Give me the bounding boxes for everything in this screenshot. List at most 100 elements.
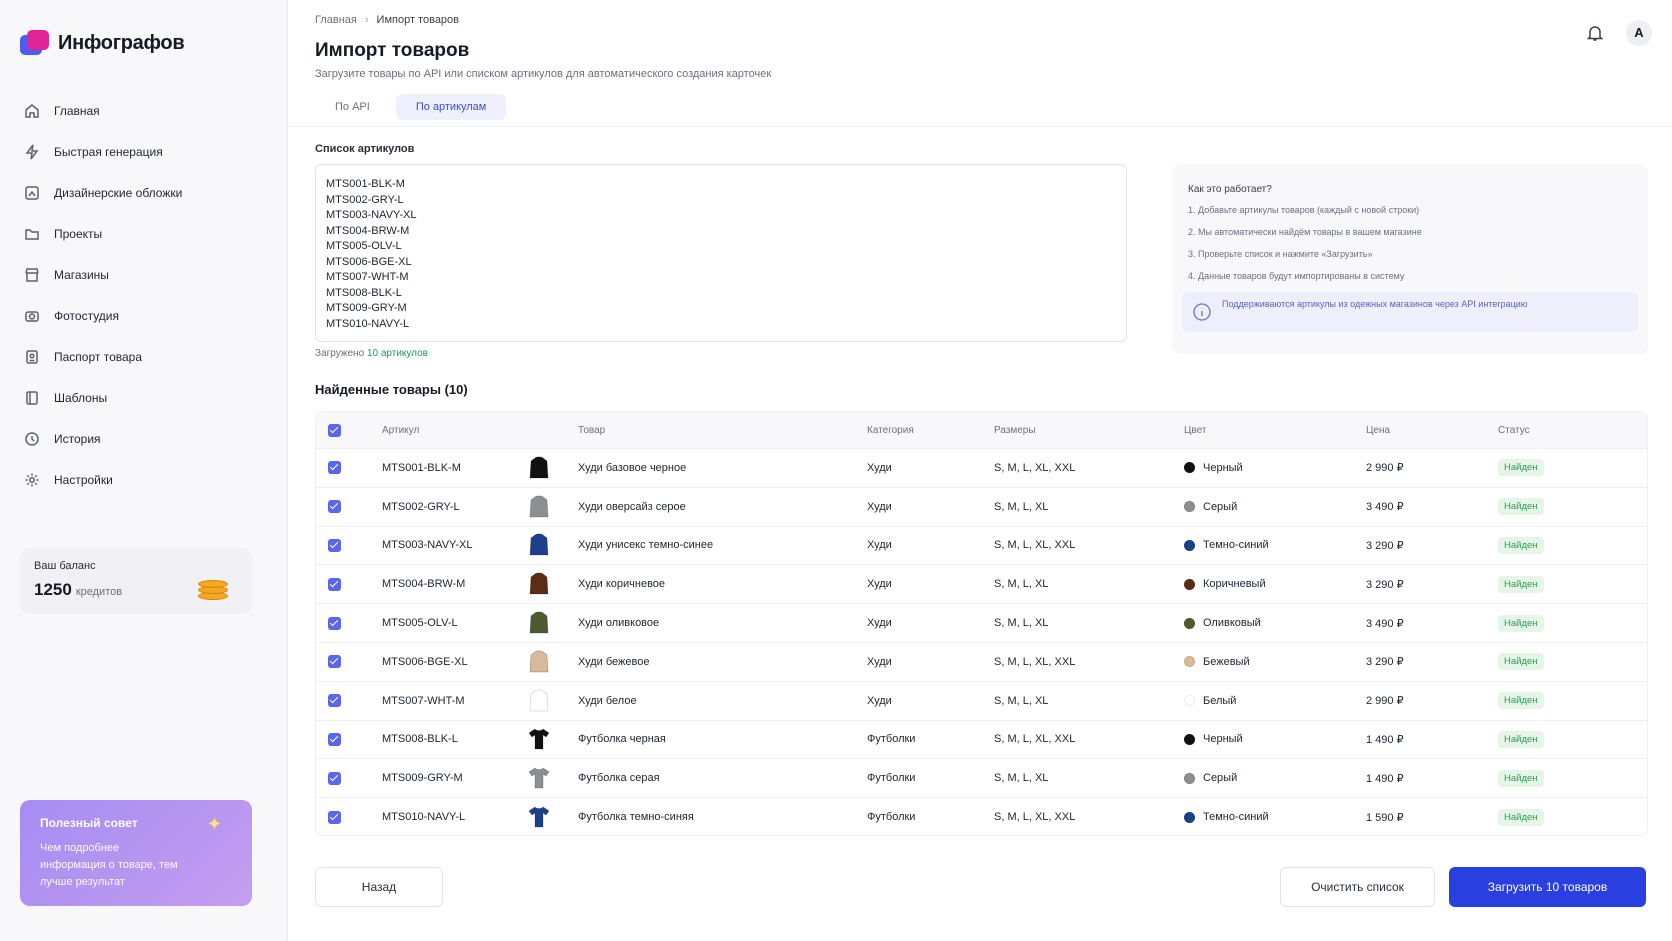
color-label: Черный bbox=[1203, 733, 1243, 746]
balance-card: Ваш баланс 1250 кредитов bbox=[20, 548, 252, 614]
cell-status: Найден bbox=[1498, 449, 1544, 487]
status-badge: Найден bbox=[1498, 692, 1544, 710]
tip-title: Полезный совет bbox=[40, 816, 138, 830]
cell-color: Черный bbox=[1184, 449, 1243, 487]
row-select-cell bbox=[328, 604, 341, 642]
cell-sku: MTS001-BLK-M bbox=[382, 461, 461, 474]
table-row[interactable]: MTS010-NAVY-L Футболка темно-синяя Футболк… bbox=[316, 797, 1647, 835]
cell-sku: MTS008-BLK-L bbox=[382, 733, 458, 746]
color-label: Темно-синий bbox=[1203, 811, 1269, 824]
cell-price: 1 490 ₽ bbox=[1366, 733, 1404, 746]
sidebar-item-photostudio[interactable]: Фотостудия bbox=[24, 295, 264, 336]
clear-list-button[interactable]: Очистить список bbox=[1280, 867, 1435, 907]
color-label: Оливковый bbox=[1203, 617, 1261, 630]
product-thumbnail bbox=[528, 765, 550, 791]
sidebar-item-product-passport[interactable]: Паспорт товара bbox=[24, 336, 264, 377]
cell-product-name: Худи оливковое bbox=[578, 617, 660, 630]
notifications-button[interactable] bbox=[1586, 24, 1604, 42]
status-badge: Найден bbox=[1498, 730, 1544, 748]
cell-thumbnail bbox=[528, 527, 550, 565]
row-checkbox[interactable] bbox=[328, 538, 341, 552]
row-checkbox[interactable] bbox=[328, 616, 341, 630]
table-row[interactable]: MTS001-BLK-M Худи базовое черное Худи S, M,… bbox=[316, 448, 1647, 487]
table-row[interactable]: MTS006-BGE-XL Худи бежевое Худи S, M, L, XL… bbox=[316, 641, 1647, 681]
row-checkbox[interactable] bbox=[328, 810, 341, 824]
table-row[interactable]: MTS009-GRY-M Футболка серая Футболки S, M, … bbox=[316, 758, 1647, 797]
sidebar-item-templates[interactable]: Шаблоны bbox=[24, 377, 264, 418]
cell-sizes: S, M, L, XL, XXL bbox=[994, 461, 1076, 474]
sidebar: Инфографов Главная Быстрая генерация Диз… bbox=[0, 0, 288, 941]
row-checkbox[interactable] bbox=[328, 732, 341, 746]
product-thumbnail bbox=[528, 532, 550, 558]
sidebar-item-label: Дизайнерские обложки bbox=[54, 185, 183, 200]
tshirt-icon bbox=[528, 728, 550, 750]
select-all-cell bbox=[328, 412, 341, 448]
sidebar-item-home[interactable]: Главная bbox=[24, 90, 264, 131]
column-header-sizes: Размеры bbox=[994, 424, 1036, 436]
cell-sizes: S, M, L, XL bbox=[994, 694, 1049, 707]
table-row[interactable]: MTS007-WHT-M Худи белое Худи S, M, L, XL Бел… bbox=[316, 680, 1647, 720]
table-row[interactable]: MTS002-GRY-L Худи оверсайз серое Худи S, M,… bbox=[316, 486, 1647, 526]
table-row[interactable]: MTS004-BRW-M Худи коричневое Худи S, M, L, … bbox=[316, 564, 1647, 603]
cell-product-name: Худи базовое черное bbox=[578, 461, 687, 474]
cell-thumbnail bbox=[528, 488, 550, 526]
color-label: Коричневый bbox=[1203, 578, 1266, 591]
sidebar-item-settings[interactable]: Настройки bbox=[24, 459, 264, 500]
row-select-cell bbox=[328, 488, 341, 526]
color-swatch bbox=[1184, 539, 1195, 551]
sidebar-item-quick-generation[interactable]: Быстрая генерация bbox=[24, 131, 264, 172]
app-name: Инфографов bbox=[58, 31, 185, 54]
cell-color: Коричневый bbox=[1184, 565, 1266, 603]
sidebar-item-stores[interactable]: Магазины bbox=[24, 254, 264, 295]
cell-status: Найден bbox=[1498, 604, 1544, 642]
avatar[interactable]: A bbox=[1626, 20, 1652, 46]
breadcrumb-home[interactable]: Главная bbox=[315, 14, 357, 26]
cell-sizes: S, M, L, XL bbox=[994, 578, 1049, 591]
sidebar-nav: Главная Быстрая генерация Дизайнерские о… bbox=[24, 90, 264, 500]
cell-sku: MTS009-GRY-M bbox=[382, 772, 463, 785]
column-header-sku: Артикул bbox=[382, 424, 420, 436]
cell-category: Худи bbox=[867, 655, 892, 668]
row-select-cell bbox=[328, 721, 341, 759]
sidebar-item-designer-covers[interactable]: Дизайнерские обложки bbox=[24, 172, 264, 213]
color-swatch bbox=[1184, 772, 1195, 784]
select-all-checkbox[interactable] bbox=[328, 423, 341, 437]
tab-by-sku[interactable]: По артикулам bbox=[395, 94, 507, 120]
color-swatch bbox=[1184, 733, 1195, 745]
product-thumbnail bbox=[528, 804, 550, 830]
sidebar-item-history[interactable]: История bbox=[24, 418, 264, 459]
back-button[interactable]: Назад bbox=[315, 867, 443, 907]
row-checkbox[interactable] bbox=[328, 771, 341, 785]
help-steps: 1. Добавьте артикулы товаров (каждый с н… bbox=[1188, 205, 1632, 293]
table-row[interactable]: MTS003-NAVY-XL Худи унисекс темно-синее Ху… bbox=[316, 525, 1647, 565]
cell-status: Найден bbox=[1498, 565, 1544, 603]
table-row[interactable]: MTS005-OLV-L Худи оливковое Худи S, M, L, X… bbox=[316, 603, 1647, 642]
logo-mark-icon bbox=[20, 30, 50, 56]
cell-status: Найден bbox=[1498, 527, 1544, 565]
tab-api[interactable]: По API bbox=[315, 94, 390, 120]
sidebar-item-projects[interactable]: Проекты bbox=[24, 213, 264, 254]
sku-textarea[interactable]: MTS001-BLK-M MTS002-GRY-L MTS003-NAVY-XL… bbox=[315, 164, 1127, 342]
row-checkbox[interactable] bbox=[328, 655, 341, 669]
sparkle-icon: ✦ bbox=[206, 814, 222, 834]
row-checkbox[interactable] bbox=[328, 694, 341, 708]
products-table: Артикул Товар Категория Размеры Цвет Цен… bbox=[315, 411, 1648, 836]
cell-status: Найден bbox=[1498, 488, 1544, 526]
cell-sizes: S, M, L, XL, XXL bbox=[994, 811, 1076, 824]
cell-price: 2 990 ₽ bbox=[1366, 462, 1404, 475]
tshirt-icon bbox=[528, 806, 550, 828]
product-thumbnail bbox=[528, 494, 550, 520]
color-swatch bbox=[1184, 617, 1195, 629]
table-row[interactable]: MTS008-BLK-L Футболка черная Футболки S, M,… bbox=[316, 719, 1647, 759]
row-checkbox[interactable] bbox=[328, 577, 341, 591]
row-checkbox[interactable] bbox=[328, 500, 341, 514]
row-checkbox[interactable] bbox=[328, 461, 341, 475]
row-select-cell bbox=[328, 682, 341, 720]
color-label: Серый bbox=[1203, 772, 1238, 785]
balance-unit: кредитов bbox=[75, 586, 123, 598]
load-products-button[interactable]: Загрузить 10 товаров bbox=[1449, 867, 1646, 907]
cell-status: Найден bbox=[1498, 759, 1544, 797]
hoodie-icon bbox=[529, 495, 549, 518]
cell-sizes: S, M, L, XL bbox=[994, 617, 1049, 630]
logo[interactable]: Инфографов bbox=[20, 30, 185, 56]
